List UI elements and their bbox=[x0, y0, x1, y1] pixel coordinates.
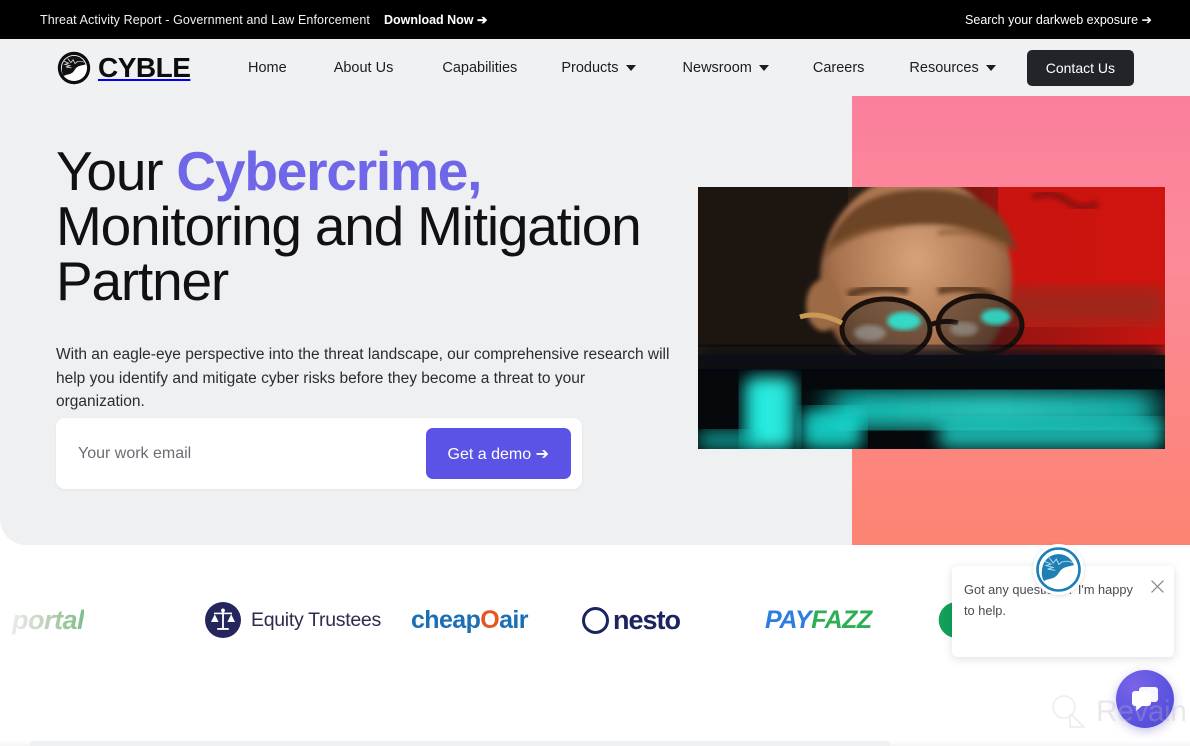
portal-wordmark: portal bbox=[12, 604, 85, 635]
nav-item-capabilities[interactable]: Capabilities bbox=[442, 60, 517, 76]
close-icon[interactable] bbox=[1149, 578, 1166, 595]
hero-subcopy: With an eagle-eye perspective into the t… bbox=[56, 346, 670, 411]
brand-logo[interactable]: CYBLE bbox=[56, 50, 191, 86]
nav-item-resources[interactable]: Resources bbox=[909, 59, 996, 76]
cheapoair-suffix: air bbox=[499, 605, 528, 634]
suitcase-icon: O bbox=[480, 605, 500, 634]
client-logo-nesto: nesto bbox=[582, 560, 681, 680]
client-logo-equity-trustees: Equity Trustees bbox=[205, 560, 381, 680]
client-logo-portal: portal bbox=[12, 560, 85, 680]
payfazz-pay-wordmark: PAY bbox=[765, 605, 812, 634]
nav-item-label: Careers bbox=[812, 59, 865, 76]
man-with-glasses-at-screen-photo bbox=[698, 187, 1165, 449]
nav-item-home[interactable]: Home bbox=[248, 60, 287, 76]
equity-trustees-wordmark: Equity Trustees bbox=[251, 608, 381, 631]
nav-item-about-us[interactable]: About Us bbox=[334, 60, 394, 76]
contact-us-button[interactable]: Contact Us bbox=[1026, 50, 1134, 86]
cyble-eagle-avatar-icon bbox=[1036, 547, 1081, 592]
announcement-left-group: Threat Activity Report - Government and … bbox=[40, 12, 488, 28]
page-root: Threat Activity Report - Government and … bbox=[0, 0, 1190, 746]
headline-accent: Cybercrime, bbox=[176, 140, 482, 202]
nav-item-label: About Us bbox=[333, 59, 394, 76]
hero-copy: Your Cybercrime, Monitoring and Mitigatio… bbox=[56, 144, 696, 414]
revain-watermark: Revain bbox=[1048, 692, 1187, 732]
scales-of-justice-icon bbox=[205, 602, 241, 638]
nav-item-newsroom[interactable]: Newsroom bbox=[683, 60, 769, 76]
revain-magnifier-icon bbox=[1052, 695, 1086, 728]
announcement-bar: Threat Activity Report - Government and … bbox=[0, 0, 1190, 39]
nav-item-products[interactable]: Products bbox=[561, 59, 636, 76]
brand-wordmark: CYBLE bbox=[98, 51, 191, 83]
nav-item-careers[interactable]: Careers bbox=[813, 60, 865, 76]
main-navigation: CYBLE Home About Us Capabilities Product… bbox=[0, 39, 1190, 96]
headline-part-two: Monitoring and Mitigation Partner bbox=[56, 195, 642, 312]
chat-agent-avatar[interactable] bbox=[1033, 544, 1084, 595]
nav-item-label: Capabilities bbox=[442, 59, 518, 76]
revain-watermark-text: Revain bbox=[1096, 695, 1187, 728]
client-logo-payfazz: PAY FAZZ bbox=[765, 560, 872, 680]
client-logo-cheapoair: cheapOair bbox=[411, 560, 529, 680]
nav-item-label: Resources bbox=[909, 59, 979, 76]
payfazz-fazz-wordmark: FAZZ bbox=[811, 605, 872, 634]
nesto-wordmark: nesto bbox=[613, 604, 681, 635]
chevron-down-icon bbox=[625, 64, 636, 71]
nav-links: Home About Us Capabilities Products News… bbox=[248, 60, 996, 76]
darkweb-search-link[interactable]: Search your darkweb exposure ➔ bbox=[965, 13, 1152, 27]
page-title: Your Cybercrime, Monitoring and Mitigatio… bbox=[56, 144, 696, 309]
circle-icon bbox=[582, 606, 609, 634]
headline-part-one: Your bbox=[56, 140, 177, 202]
chevron-down-icon bbox=[758, 64, 769, 71]
nav-item-label: Home bbox=[248, 59, 287, 76]
nav-item-label: Newsroom bbox=[682, 59, 752, 76]
chevron-down-icon bbox=[985, 64, 996, 71]
hero-photo bbox=[698, 187, 1165, 449]
cheapoair-wordmark: cheapOair bbox=[411, 605, 529, 635]
download-now-link[interactable]: Download Now ➔ bbox=[384, 12, 488, 27]
hero-section: Your Cybercrime, Monitoring and Mitigatio… bbox=[0, 96, 1190, 545]
announcement-right-group: Search your darkweb exposure ➔ bbox=[965, 11, 1152, 29]
announcement-text: Threat Activity Report - Government and … bbox=[40, 12, 370, 27]
nav-item-label: Products bbox=[561, 59, 619, 76]
cheapoair-prefix: cheap bbox=[411, 605, 481, 634]
next-section-band bbox=[30, 741, 890, 746]
email-field[interactable] bbox=[56, 444, 426, 463]
get-a-demo-button[interactable]: Get a demo ➔ bbox=[425, 428, 571, 479]
demo-signup-form: Get a demo ➔ bbox=[56, 418, 582, 489]
cyble-eagle-globe-icon bbox=[57, 51, 91, 84]
